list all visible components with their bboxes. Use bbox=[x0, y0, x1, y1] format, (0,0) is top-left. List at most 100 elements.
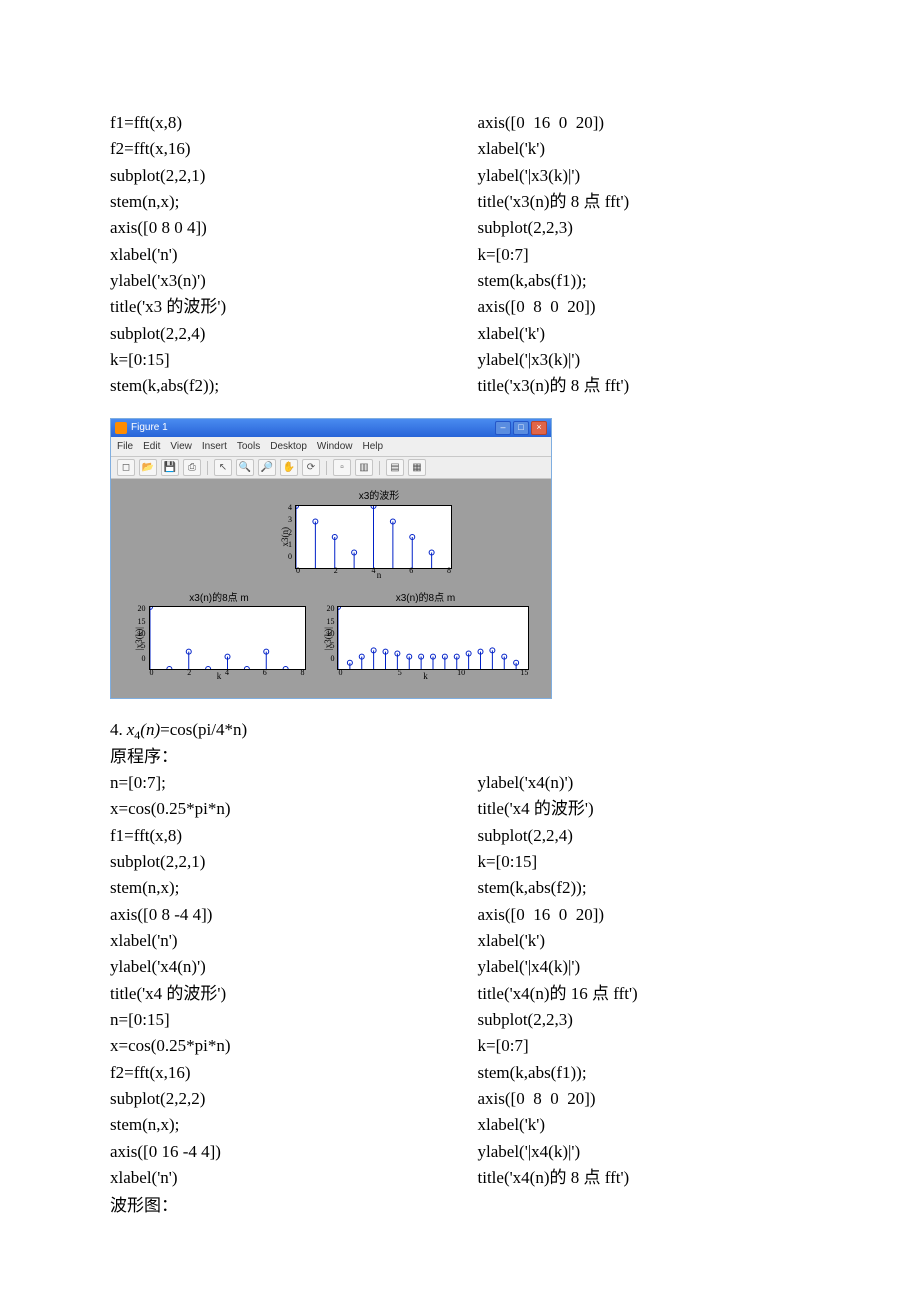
code-line: title('x3(n)的 8 点 fft') bbox=[478, 189, 806, 215]
datatip-icon[interactable]: ▫ bbox=[333, 459, 351, 476]
code-line: subplot(2,2,2) bbox=[110, 1086, 438, 1112]
menu-item-edit[interactable]: Edit bbox=[143, 439, 160, 455]
code-line: stem(k,abs(f2)); bbox=[110, 373, 438, 399]
section-4: 4. x4(n)=cos(pi/4*n) 原程序： bbox=[110, 717, 805, 770]
code-line: f2=fft(x,16) bbox=[110, 1060, 438, 1086]
top-code-columns: f1=fft(x,8)f2=fft(x,16)subplot(2,2,1)ste… bbox=[110, 110, 805, 400]
save-icon[interactable]: 💾 bbox=[161, 459, 179, 476]
menu-item-insert[interactable]: Insert bbox=[202, 439, 227, 455]
code-line: stem(n,x); bbox=[110, 875, 438, 901]
code-line: stem(k,abs(f1)); bbox=[478, 1060, 806, 1086]
section-number: 4. bbox=[110, 717, 123, 743]
code-line: axis([0 8 0 4]) bbox=[110, 215, 438, 241]
pan-icon[interactable]: ✋ bbox=[280, 459, 298, 476]
code-line: stem(n,x); bbox=[110, 189, 438, 215]
code-line: subplot(2,2,4) bbox=[110, 321, 438, 347]
code-line: ylabel('x4(n)') bbox=[478, 770, 806, 796]
legend-icon[interactable]: ▤ bbox=[386, 459, 404, 476]
code-line: xlabel('k') bbox=[478, 1112, 806, 1138]
code-line: f1=fft(x,8) bbox=[110, 823, 438, 849]
subscript-4: 4 bbox=[134, 728, 140, 742]
subplot-4: x3(n)的8点 m |x3(k)| 20151050 051015 k bbox=[322, 591, 530, 684]
code-line: stem(n,x); bbox=[110, 1112, 438, 1138]
code-line: x=cos(0.25*pi*n) bbox=[110, 796, 438, 822]
code-line: xlabel('k') bbox=[478, 321, 806, 347]
print-icon[interactable]: ⎙ bbox=[183, 459, 201, 476]
code-line: xlabel('n') bbox=[110, 928, 438, 954]
code-line: stem(k,abs(f1)); bbox=[478, 268, 806, 294]
code-line: xlabel('k') bbox=[478, 928, 806, 954]
code-line: ylabel('|x3(k)|') bbox=[478, 163, 806, 189]
maximize-button[interactable]: □ bbox=[513, 421, 529, 435]
code-col-left: n=[0:7];x=cos(0.25*pi*n)f1=fft(x,8)subpl… bbox=[110, 770, 438, 1192]
matlab-figure-window: Figure 1 – □ × File Edit View Insert Tools De… bbox=[110, 418, 552, 699]
code-line: ylabel('|x3(k)|') bbox=[478, 347, 806, 373]
plot-title: x3(n)的8点 m bbox=[133, 591, 306, 607]
code-line: subplot(2,2,3) bbox=[478, 1007, 806, 1033]
formula-line: 4. x4(n)=cos(pi/4*n) bbox=[110, 717, 805, 743]
code-line: axis([0 8 0 20]) bbox=[478, 294, 806, 320]
colorbar-icon[interactable]: ▥ bbox=[355, 459, 373, 476]
zoom-in-icon[interactable]: 🔍 bbox=[236, 459, 254, 476]
code-line: axis([0 16 -4 4]) bbox=[110, 1139, 438, 1165]
code-line: f2=fft(x,16) bbox=[110, 136, 438, 162]
window-title: Figure 1 bbox=[131, 420, 168, 436]
titlebar: Figure 1 – □ × bbox=[111, 419, 551, 437]
code-line: xlabel('n') bbox=[110, 1165, 438, 1191]
code-line: f1=fft(x,8) bbox=[110, 110, 438, 136]
plot-title: x3的波形 bbox=[279, 489, 479, 505]
code-line: subplot(2,2,3) bbox=[478, 215, 806, 241]
menu-item-view[interactable]: View bbox=[170, 439, 192, 455]
code-line: ylabel('x3(n)') bbox=[110, 268, 438, 294]
code-line: title('x4(n)的 16 点 fft') bbox=[478, 981, 806, 1007]
menubar[interactable]: File Edit View Insert Tools Desktop Window Help bbox=[111, 437, 551, 458]
subplot-1: x3的波形 x3(n) 43210 02468 n bbox=[279, 489, 479, 582]
menu-item-tools[interactable]: Tools bbox=[237, 439, 260, 455]
code-line: title('x4 的波形') bbox=[478, 796, 806, 822]
plot-canvas: x3的波形 x3(n) 43210 02468 n x3(n)的8点 m |x3… bbox=[111, 479, 551, 698]
code-line: title('x4(n)的 8 点 fft') bbox=[478, 1165, 806, 1191]
waveform-label: 波形图： bbox=[110, 1193, 805, 1219]
open-icon[interactable]: 📂 bbox=[139, 459, 157, 476]
code-line: subplot(2,2,1) bbox=[110, 849, 438, 875]
code-col-right: axis([0 16 0 20])xlabel('k')ylabel('|x3(… bbox=[478, 110, 806, 400]
code-col-right: ylabel('x4(n)')title('x4 的波形') subplot(2,… bbox=[478, 770, 806, 1192]
code-line: x=cos(0.25*pi*n) bbox=[110, 1033, 438, 1059]
minimize-button[interactable]: – bbox=[495, 421, 511, 435]
grid-icon[interactable]: ▦ bbox=[408, 459, 426, 476]
code-col-left: f1=fft(x,8)f2=fft(x,16)subplot(2,2,1)ste… bbox=[110, 110, 438, 400]
code-line: title('x3(n)的 8 点 fft') bbox=[478, 373, 806, 399]
formula-rhs: =cos(pi/4*n) bbox=[160, 720, 247, 739]
menu-item-desktop[interactable]: Desktop bbox=[270, 439, 307, 455]
code-line: xlabel('n') bbox=[110, 242, 438, 268]
plot-title: x3(n)的8点 m bbox=[322, 591, 530, 607]
code-line: title('x3 的波形') bbox=[110, 294, 438, 320]
pointer-icon[interactable]: ↖ bbox=[214, 459, 232, 476]
code-line: n=[0:15] bbox=[110, 1007, 438, 1033]
code-line: n=[0:7]; bbox=[110, 770, 438, 796]
close-button[interactable]: × bbox=[531, 421, 547, 435]
arg-n: (n) bbox=[140, 720, 160, 739]
app-icon bbox=[115, 422, 127, 434]
code-line: k=[0:7] bbox=[478, 242, 806, 268]
subplot-3: x3(n)的8点 m |x3(k)| 20151050 02468 k bbox=[133, 591, 306, 684]
zoom-out-icon[interactable]: 🔎 bbox=[258, 459, 276, 476]
code-line: xlabel('k') bbox=[478, 136, 806, 162]
code-line: axis([0 16 0 20]) bbox=[478, 110, 806, 136]
code-line: axis([0 16 0 20]) bbox=[478, 902, 806, 928]
bottom-code-columns: n=[0:7];x=cos(0.25*pi*n)f1=fft(x,8)subpl… bbox=[110, 770, 805, 1192]
code-line: axis([0 8 0 20]) bbox=[478, 1086, 806, 1112]
code-line: ylabel('x4(n)') bbox=[110, 954, 438, 980]
code-line: k=[0:15] bbox=[478, 849, 806, 875]
rotate-icon[interactable]: ⟳ bbox=[302, 459, 320, 476]
code-header: 原程序： bbox=[110, 744, 805, 770]
code-line: subplot(2,2,1) bbox=[110, 163, 438, 189]
code-line: stem(k,abs(f2)); bbox=[478, 875, 806, 901]
code-line: k=[0:15] bbox=[110, 347, 438, 373]
menu-item-file[interactable]: File bbox=[117, 439, 133, 455]
menu-item-help[interactable]: Help bbox=[363, 439, 384, 455]
menu-item-window[interactable]: Window bbox=[317, 439, 353, 455]
code-line: k=[0:7] bbox=[478, 1033, 806, 1059]
new-icon[interactable]: ◻ bbox=[117, 459, 135, 476]
code-line: ylabel('|x4(k)|') bbox=[478, 954, 806, 980]
